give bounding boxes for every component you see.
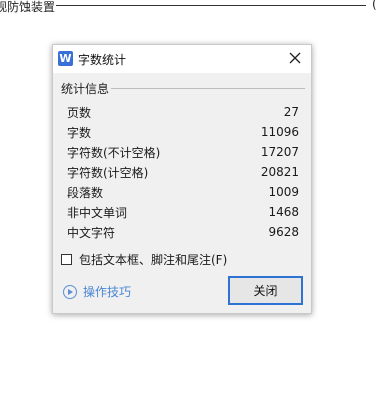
close-button[interactable]: 关闭 [228, 276, 303, 305]
group-title-statistics: 统计信息 [61, 80, 114, 97]
word-count-dialog: W 字数统计 统计信息 页数 27 字数 11096 字符数(不计空格) 172… [52, 44, 312, 314]
include-textboxes-label[interactable]: 包括文本框、脚注和尾注(F) [79, 251, 227, 268]
dialog-title: 字数统计 [78, 53, 127, 67]
stat-value: 20821 [260, 165, 299, 179]
stat-label: 字符数(计空格) [67, 165, 149, 180]
stat-label: 字数 [67, 125, 92, 140]
statistics-list: 页数 27 字数 11096 字符数(不计空格) 17207 字符数(计空格) … [67, 102, 299, 242]
stat-label: 页数 [67, 105, 92, 120]
stat-row-chars-no-spaces: 字符数(不计空格) 17207 [67, 142, 299, 162]
include-textboxes-checkbox[interactable] [61, 254, 72, 265]
wps-writer-icon: W [58, 51, 73, 66]
stat-value: 17207 [260, 145, 299, 159]
title-bar: W 字数统计 [53, 45, 311, 73]
stat-row-chars-with-spaces: 字符数(计空格) 20821 [67, 162, 299, 182]
group-divider [111, 88, 305, 89]
tips-link-label[interactable]: 操作技巧 [83, 283, 131, 300]
stat-label: 中文字符 [67, 225, 116, 240]
play-circle-icon[interactable] [63, 284, 77, 299]
stat-label: 非中文单词 [67, 205, 128, 220]
stat-row-paragraphs: 段落数 1009 [67, 182, 299, 202]
document-rule-line [56, 5, 366, 6]
tips-link[interactable]: 操作技巧 [63, 283, 131, 300]
stat-value: 9628 [268, 225, 299, 239]
stat-label: 段落数 [67, 185, 104, 200]
document-end-mark: ( [372, 0, 377, 11]
include-textboxes-footnotes-option[interactable]: 包括文本框、脚注和尾注(F) [61, 251, 227, 268]
stat-row-chinese-chars: 中文字符 9628 [67, 222, 299, 242]
close-icon[interactable] [286, 48, 304, 68]
document-text: 观防蚀装置 [0, 0, 56, 14]
stat-value: 27 [283, 105, 299, 119]
stat-row-non-chinese-words: 非中文单词 1468 [67, 202, 299, 222]
stat-label: 字符数(不计空格) [67, 145, 161, 160]
stat-row-words: 字数 11096 [67, 122, 299, 142]
stat-row-pages: 页数 27 [67, 102, 299, 122]
stat-value: 1468 [268, 205, 299, 219]
stat-value: 1009 [268, 185, 299, 199]
stat-value: 11096 [260, 125, 299, 139]
